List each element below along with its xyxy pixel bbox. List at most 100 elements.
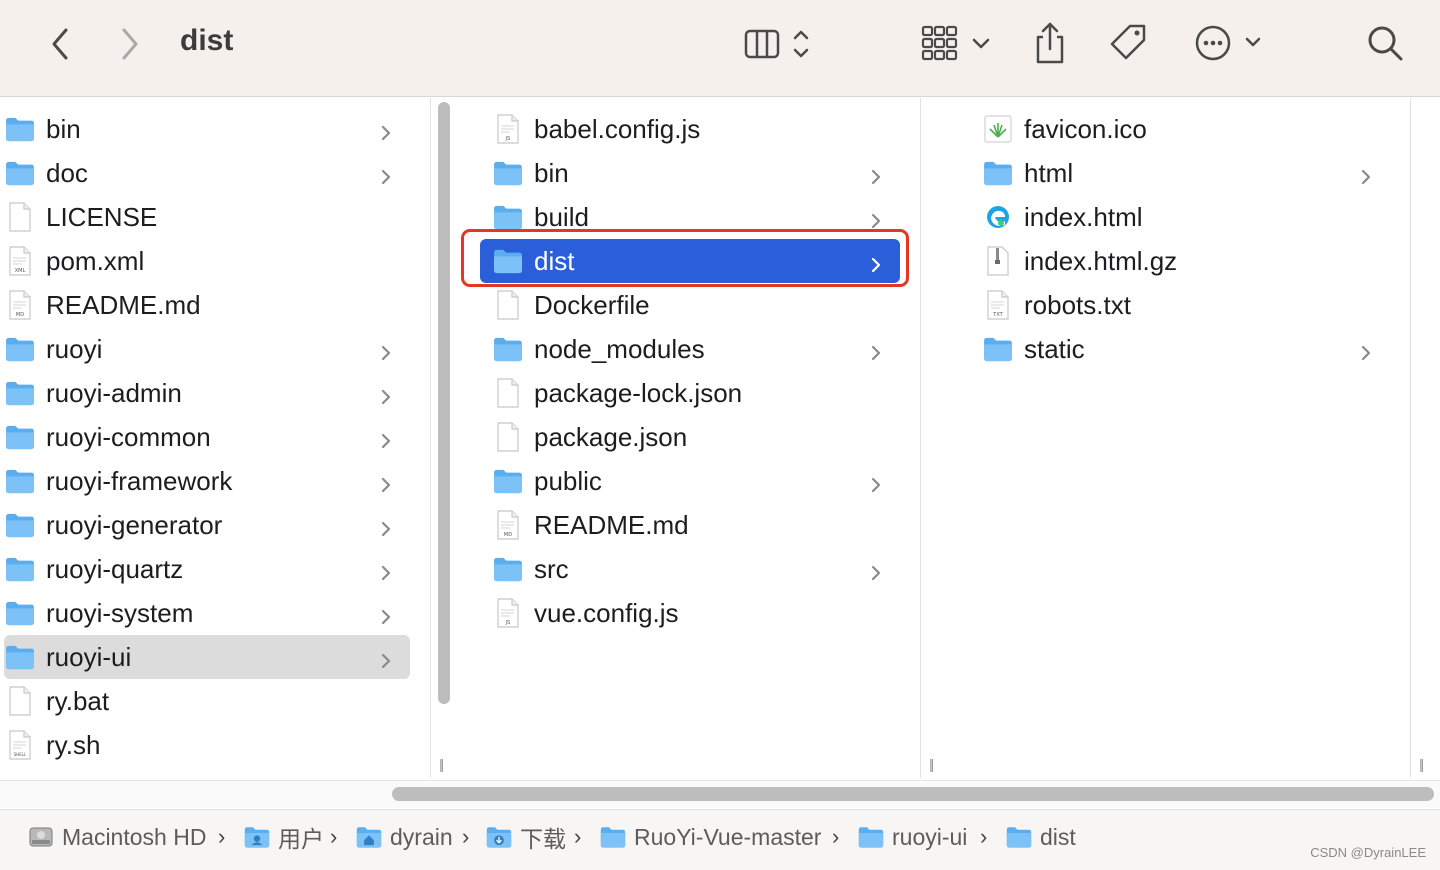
item-name: ruoyi-framework <box>46 465 233 496</box>
file-row[interactable]: package.json <box>480 415 900 459</box>
file-row[interactable]: ry.bat <box>4 679 410 723</box>
file-row[interactable]: index.html.gz <box>970 239 1390 283</box>
folder-row[interactable]: ruoyi-ui <box>4 635 410 679</box>
folder-row[interactable]: ruoyi <box>4 327 410 371</box>
chevron-right-icon <box>866 251 886 273</box>
column-2: JS babel.config.js bin build dist Dockerfile n… <box>462 98 920 778</box>
folder-icon <box>858 824 884 850</box>
file-row[interactable]: index.html <box>970 195 1390 239</box>
folder-row[interactable]: ruoyi-quartz <box>4 547 410 591</box>
breadcrumb-item[interactable]: ruoyi-ui <box>858 820 967 854</box>
chevron-right-icon <box>376 647 396 669</box>
document-icon: JS <box>492 113 524 145</box>
folder-row[interactable]: bin <box>480 151 900 195</box>
column-1-scrollbar[interactable] <box>438 102 450 704</box>
folder-row[interactable]: bin <box>4 107 410 151</box>
folder-row[interactable]: ruoyi-generator <box>4 503 410 547</box>
more-actions-button[interactable] <box>1192 22 1268 64</box>
chevron-right-icon <box>376 515 396 537</box>
chevron-right-icon <box>1356 163 1376 185</box>
watermark: CSDN @DyrainLEE <box>1310 845 1426 860</box>
ellipsis-circle-icon <box>1195 25 1261 61</box>
chevron-right-icon <box>376 119 396 141</box>
view-mode-button[interactable] <box>740 24 820 64</box>
folder-row[interactable]: ruoyi-framework <box>4 459 410 503</box>
chevron-right-icon <box>866 471 886 493</box>
edge-browser-icon <box>982 201 1014 233</box>
grid-group-icon <box>921 25 990 61</box>
file-row[interactable]: MD README.md <box>4 283 410 327</box>
breadcrumb-item[interactable]: Macintosh HD <box>28 820 206 854</box>
group-button[interactable] <box>916 22 996 66</box>
item-name: doc <box>46 157 88 188</box>
breadcrumb-item[interactable]: dyrain <box>356 820 453 854</box>
folder-row[interactable]: src <box>480 547 900 591</box>
breadcrumb-item[interactable]: RuoYi-Vue-master <box>600 820 821 854</box>
column-3-resize-handle[interactable]: || <box>1419 756 1424 772</box>
item-name: favicon.ico <box>1024 113 1147 144</box>
folder-icon <box>4 333 36 365</box>
folder-icon <box>492 333 524 365</box>
folder-icon <box>4 377 36 409</box>
document-icon: MD <box>4 289 36 321</box>
item-name: robots.txt <box>1024 289 1131 320</box>
item-name: bin <box>46 113 81 144</box>
breadcrumb-item[interactable]: dist <box>1006 820 1076 854</box>
file-row[interactable]: package-lock.json <box>480 371 900 415</box>
folder-row[interactable]: html <box>970 151 1390 195</box>
breadcrumb-label: RuoYi-Vue-master <box>634 823 822 850</box>
document-icon <box>4 201 36 233</box>
file-row[interactable]: JS vue.config.js <box>480 591 900 635</box>
item-name: ry.sh <box>46 729 101 760</box>
column-1-resize-handle[interactable]: || <box>439 756 444 772</box>
forward-button[interactable] <box>112 26 148 62</box>
file-row[interactable]: SHELL ry.sh <box>4 723 410 767</box>
home-folder-icon <box>356 824 382 850</box>
item-name: node_modules <box>534 333 705 364</box>
file-row[interactable]: XML pom.xml <box>4 239 410 283</box>
folder-icon <box>4 597 36 629</box>
chevron-right-icon <box>866 339 886 361</box>
item-name: index.html.gz <box>1024 245 1178 276</box>
document-icon <box>492 421 524 453</box>
folder-row[interactable]: public <box>480 459 900 503</box>
file-row[interactable]: JS babel.config.js <box>480 107 900 151</box>
svg-text:JS: JS <box>505 620 511 626</box>
svg-text:TXT: TXT <box>992 312 1003 318</box>
downloads-folder-icon <box>486 824 512 850</box>
folder-row[interactable]: ruoyi-system <box>4 591 410 635</box>
breadcrumb-item[interactable]: 用户 <box>244 820 324 854</box>
chevron-right-icon <box>376 339 396 361</box>
folder-icon <box>4 113 36 145</box>
folder-row[interactable]: ruoyi-common <box>4 415 410 459</box>
image-file-icon <box>982 113 1014 145</box>
breadcrumb-separator-icon: › <box>462 824 470 849</box>
back-button[interactable] <box>42 26 78 62</box>
folder-row[interactable]: doc <box>4 151 410 195</box>
search-button[interactable] <box>1364 22 1406 64</box>
tag-button[interactable] <box>1106 20 1152 66</box>
chevron-right-icon <box>376 427 396 449</box>
item-name: vue.config.js <box>534 597 679 628</box>
folder-row[interactable]: build <box>480 195 900 239</box>
folder-row[interactable]: ruoyi-admin <box>4 371 410 415</box>
horizontal-scrollbar[interactable] <box>392 787 1434 801</box>
column-2-resize-handle[interactable]: || <box>929 756 934 772</box>
folder-row[interactable]: dist <box>480 239 900 283</box>
folder-icon <box>492 157 524 189</box>
file-row[interactable]: MD README.md <box>480 503 900 547</box>
file-row[interactable]: favicon.ico <box>970 107 1390 151</box>
window-title: dist <box>180 24 234 57</box>
share-button[interactable] <box>1030 20 1070 66</box>
column-divider <box>920 98 921 778</box>
file-row[interactable]: Dockerfile <box>480 283 900 327</box>
file-row[interactable]: LICENSE <box>4 195 410 239</box>
folder-row[interactable]: node_modules <box>480 327 900 371</box>
breadcrumb-item[interactable]: 下载 <box>486 820 566 854</box>
document-icon: JS <box>492 597 524 629</box>
file-row[interactable]: TXT robots.txt <box>970 283 1390 327</box>
item-name: package-lock.json <box>534 377 743 408</box>
folder-row[interactable]: static <box>970 327 1390 371</box>
item-name: html <box>1024 157 1074 188</box>
folder-icon <box>4 465 36 497</box>
